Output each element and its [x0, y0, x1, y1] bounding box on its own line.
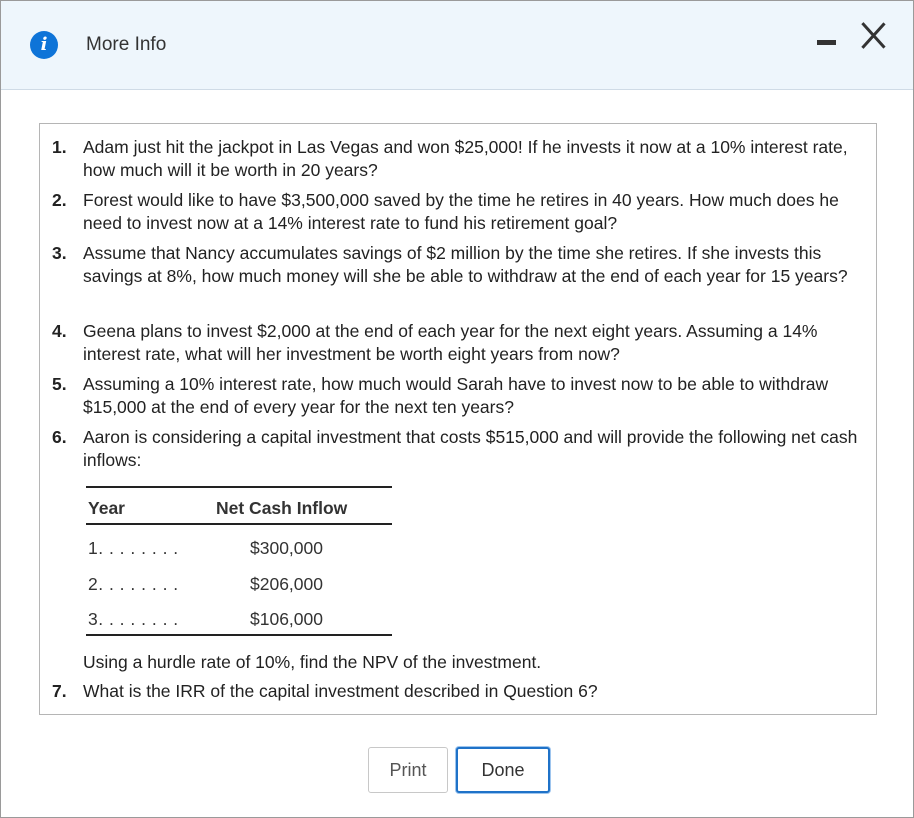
question-text: Aaron is considering a capital investmen… [83, 427, 858, 470]
minimize-icon[interactable] [815, 32, 839, 46]
question-text: Assuming a 10% interest rate, how much w… [83, 374, 829, 417]
table-header-year: Year [88, 498, 125, 518]
question-item: 4. Geena plans to invest $2,000 at the e… [52, 320, 862, 366]
table-row: 3. . . . . . . . $106,000 [86, 609, 392, 633]
table-divider [86, 486, 392, 488]
table-cell-year: 1. . . . . . . . [88, 538, 179, 558]
question-text: Forest would like to have $3,500,000 sav… [83, 190, 839, 233]
question-number: 2. [52, 190, 67, 210]
table-header-inflow: Net Cash Inflow [216, 498, 348, 518]
question-item: 7. What is the IRR of the capital invest… [52, 680, 862, 703]
table-cell-inflow: $206,000 [250, 574, 323, 594]
question-number: 4. [52, 321, 67, 341]
print-button[interactable]: Print [368, 747, 448, 793]
question-number: 6. [52, 427, 67, 447]
table-divider [86, 634, 392, 636]
info-icon: i [30, 31, 58, 59]
hurdle-instruction: Using a hurdle rate of 10%, find the NPV… [83, 652, 542, 672]
question-item: 5. Assuming a 10% interest rate, how muc… [52, 373, 862, 419]
question-item: 6. Aaron is considering a capital invest… [52, 426, 862, 472]
question-number: 3. [52, 243, 67, 263]
table-row: 1. . . . . . . . $300,000 [86, 538, 392, 562]
question-text: Adam just hit the jackpot in Las Vegas a… [83, 137, 848, 180]
table-cell-year: 3. . . . . . . . [88, 609, 179, 629]
info-content-panel: 1. Adam just hit the jackpot in Las Vega… [39, 123, 877, 715]
table-row: 2. . . . . . . . $206,000 [86, 574, 392, 598]
table-cell-inflow: $106,000 [250, 609, 323, 629]
question-item: 3. Assume that Nancy accumulates savings… [52, 242, 862, 288]
question-text: Geena plans to invest $2,000 at the end … [83, 321, 818, 364]
question-text: Assume that Nancy accumulates savings of… [83, 243, 848, 286]
dialog-header: i More Info [1, 1, 913, 90]
question-number: 5. [52, 374, 67, 394]
table-cell-year: 2. . . . . . . . [88, 574, 179, 594]
dialog-title: More Info [86, 34, 167, 55]
more-info-dialog: i More Info 1. Adam just hit the jackpot… [0, 0, 914, 818]
table-cell-inflow: $300,000 [250, 538, 323, 558]
question-item: 1. Adam just hit the jackpot in Las Vega… [52, 136, 862, 182]
done-button[interactable]: Done [456, 747, 550, 793]
question-item: 2. Forest would like to have $3,500,000 … [52, 189, 862, 235]
close-icon[interactable] [857, 19, 889, 51]
table-divider [86, 523, 392, 525]
question-number: 7. [52, 681, 67, 701]
question-text: What is the IRR of the capital investmen… [83, 681, 598, 701]
question-number: 1. [52, 137, 67, 157]
